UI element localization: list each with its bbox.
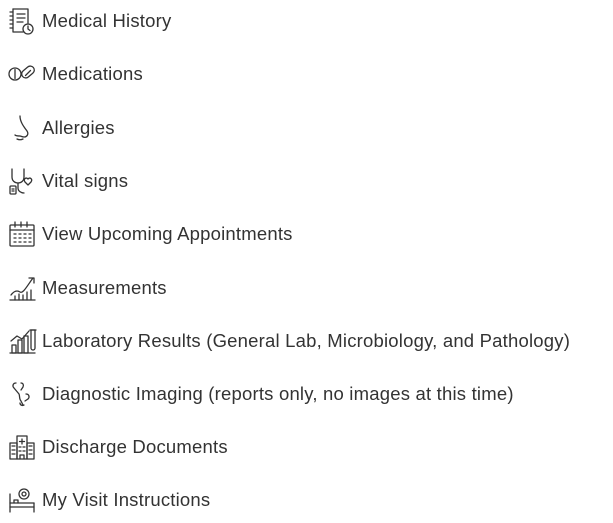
- menu-item-label: Measurements: [42, 277, 167, 298]
- medical-history-icon: [6, 5, 38, 37]
- calendar-icon: [6, 218, 38, 250]
- menu-item-vital-signs[interactable]: Vital signs: [6, 164, 128, 198]
- menu-item-allergies[interactable]: Allergies: [6, 111, 115, 145]
- menu-item-label: My Visit Instructions: [42, 489, 211, 510]
- nose-icon: [6, 112, 38, 144]
- menu-item-diagnostic-imaging[interactable]: Diagnostic Imaging (reports only, no ima…: [6, 377, 514, 411]
- menu-item-upcoming-appointments[interactable]: View Upcoming Appointments: [6, 217, 293, 251]
- bone-icon: [6, 378, 38, 410]
- lab-chart-icon: [6, 325, 38, 357]
- menu-item-label: Allergies: [42, 117, 115, 138]
- stethoscope-icon: [6, 165, 38, 197]
- menu-item-measurements[interactable]: Measurements: [6, 271, 167, 305]
- hospital-building-icon: [6, 431, 38, 463]
- menu-item-label: Laboratory Results (General Lab, Microbi…: [42, 330, 571, 351]
- menu-item-discharge-documents[interactable]: Discharge Documents: [6, 430, 228, 464]
- menu-item-label: View Upcoming Appointments: [42, 223, 293, 244]
- menu-item-laboratory-results[interactable]: Laboratory Results (General Lab, Microbi…: [6, 324, 570, 358]
- menu-item-label: Discharge Documents: [42, 436, 228, 457]
- pills-icon: [6, 58, 38, 90]
- menu-item-medications[interactable]: Medications: [6, 57, 143, 91]
- menu-item-label: Medical History: [42, 10, 172, 31]
- health-records-menu: Medical History Medications Allergies Vi…: [0, 0, 613, 523]
- menu-item-medical-history[interactable]: Medical History: [6, 4, 171, 38]
- hospital-bed-icon: [6, 484, 38, 516]
- menu-item-label: Medications: [42, 63, 143, 84]
- menu-item-label: Vital signs: [42, 170, 129, 191]
- growth-chart-icon: [6, 272, 38, 304]
- menu-item-label: Diagnostic Imaging (reports only, no ima…: [42, 383, 514, 404]
- menu-item-visit-instructions[interactable]: My Visit Instructions: [6, 483, 210, 517]
